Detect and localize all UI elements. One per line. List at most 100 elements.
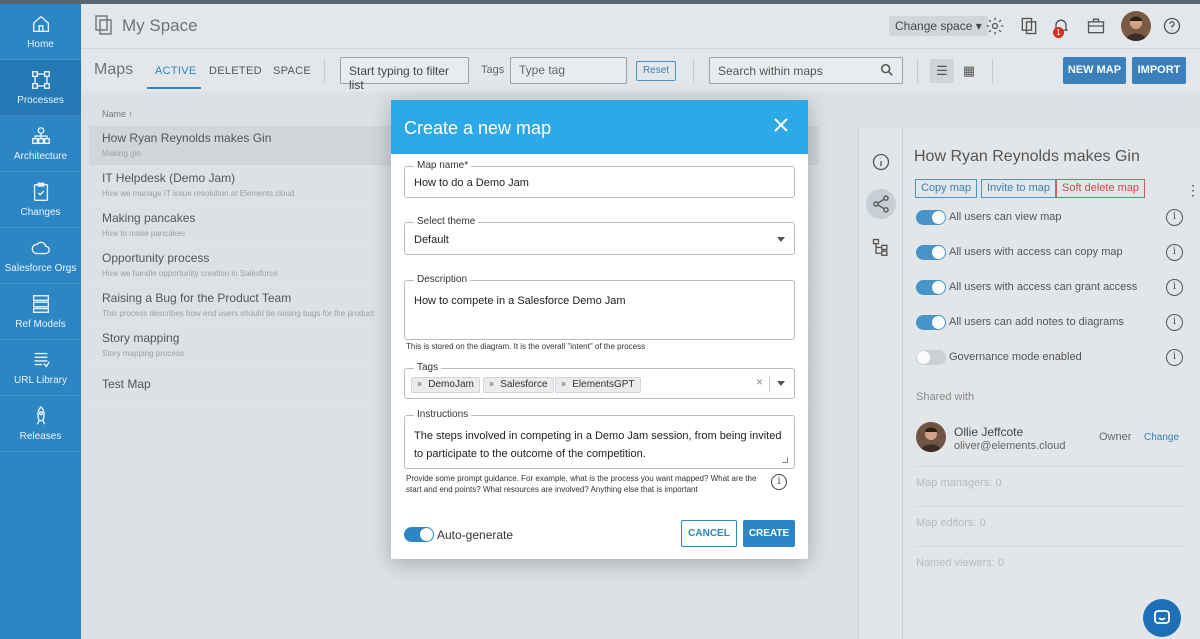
tag-label: Salesforce xyxy=(500,379,548,390)
info-icon[interactable]: i xyxy=(1166,314,1183,331)
instructions-line-1: The steps involved in competing in a Dem… xyxy=(414,430,782,442)
avatar[interactable] xyxy=(1121,11,1151,41)
page-title: My Space xyxy=(122,16,198,35)
search-icon xyxy=(880,63,893,76)
remove-tag-icon[interactable]: × xyxy=(489,379,494,389)
permission-grant-access: All users with access can grant access i xyxy=(916,278,1186,298)
info-icon[interactable]: i xyxy=(1166,349,1183,366)
theme-select[interactable]: Select theme Default xyxy=(404,216,795,255)
permission-label: All users can add notes to diagrams xyxy=(949,316,1124,328)
tag-chip[interactable]: × ElementsGPT xyxy=(555,377,641,393)
sidebar-item-url-library[interactable]: URL Library xyxy=(0,340,81,396)
tab-deleted[interactable]: DELETED xyxy=(209,65,262,77)
new-map-button[interactable]: NEW MAP xyxy=(1063,57,1126,84)
help-button[interactable] xyxy=(1162,16,1182,36)
map-name-field[interactable]: Map name* How to do a Demo Jam xyxy=(404,160,795,198)
governance-mode-toggle[interactable] xyxy=(916,350,946,365)
tag-label: ElementsGPT xyxy=(572,379,635,390)
list-icon: ☰ xyxy=(936,63,948,78)
info-tab[interactable] xyxy=(866,147,896,177)
info-icon[interactable]: i xyxy=(1166,209,1183,226)
architecture-icon xyxy=(31,127,50,145)
tags-field[interactable]: Tags × DemoJam × Salesforce × ElementsGPT × xyxy=(404,362,795,399)
add-notes-toggle[interactable] xyxy=(916,315,946,330)
sidebar-item-releases[interactable]: Releases xyxy=(0,396,81,452)
clear-tags-icon[interactable]: × xyxy=(756,375,763,389)
field-label: Instructions xyxy=(414,409,472,420)
sidebar-item-home[interactable]: Home xyxy=(0,4,81,60)
more-options-icon[interactable]: ⋮ xyxy=(1186,182,1200,199)
tag-chip[interactable]: × Salesforce xyxy=(483,377,554,393)
list-view-button[interactable]: ☰ xyxy=(930,59,954,83)
copy-map-toggle[interactable] xyxy=(916,245,946,260)
grant-access-toggle[interactable] xyxy=(916,280,946,295)
change-owner-link[interactable]: Change xyxy=(1144,432,1179,443)
chat-button[interactable] xyxy=(1143,599,1181,637)
auto-generate-label: Auto-generate xyxy=(437,528,514,542)
chevron-down-icon xyxy=(777,237,785,242)
hierarchy-tab[interactable] xyxy=(866,232,896,262)
instructions-line-2: to participate to the outcome of the com… xyxy=(414,448,646,460)
remove-tag-icon[interactable]: × xyxy=(417,379,422,389)
tab-space[interactable]: SPACE xyxy=(273,65,311,77)
field-label: Select theme xyxy=(414,216,479,227)
chevron-down-icon[interactable] xyxy=(777,381,785,386)
grid-view-button[interactable]: ▦ xyxy=(957,59,981,83)
permission-governance-mode: Governance mode enabled i xyxy=(916,348,1186,368)
info-icon[interactable]: i xyxy=(1166,244,1183,261)
owner-role: Owner xyxy=(1099,431,1132,443)
description-field[interactable]: Description How to compete in a Salesfor… xyxy=(404,274,795,340)
share-tab[interactable] xyxy=(866,189,896,219)
tab-active[interactable]: ACTIVE xyxy=(155,65,197,77)
copy-button[interactable] xyxy=(1019,16,1039,36)
panel-icon-rail xyxy=(859,128,903,639)
tags-filter-label: Tags xyxy=(481,64,505,76)
permission-label: All users with access can grant access xyxy=(949,281,1138,293)
close-button[interactable] xyxy=(772,116,790,134)
dialog-header: Create a new map xyxy=(391,100,808,154)
briefcase-button[interactable] xyxy=(1086,16,1106,36)
map-editors-section[interactable]: Map editors: 0 xyxy=(916,506,1186,546)
search-maps-input[interactable]: Search within maps xyxy=(709,57,903,84)
tag-filter-input[interactable]: Type tag xyxy=(510,57,627,84)
remove-tag-icon[interactable]: × xyxy=(561,379,566,389)
divider xyxy=(769,376,770,392)
info-icon[interactable]: i xyxy=(771,474,787,490)
sidebar-item-processes[interactable]: Processes xyxy=(0,60,81,116)
sidebar-item-label: URL Library xyxy=(14,375,67,386)
permission-label: All users can view map xyxy=(949,211,1062,223)
tag-label: DemoJam xyxy=(428,379,474,390)
cancel-button[interactable]: CANCEL xyxy=(681,520,737,547)
map-managers-section[interactable]: Map managers: 0 xyxy=(916,466,1186,506)
named-viewers-section[interactable]: Named viewers: 0 xyxy=(916,546,1186,586)
grid-icon: ▦ xyxy=(962,63,976,78)
tag-chip[interactable]: × DemoJam xyxy=(411,377,480,393)
change-space-dropdown[interactable]: Change space ▾ xyxy=(889,16,988,36)
filter-input[interactable]: Start typing to filter list xyxy=(340,57,469,92)
shared-with-label: Shared with xyxy=(916,391,975,403)
maps-toolbar: Maps ACTIVE DELETED SPACE Start typing t… xyxy=(81,48,1200,92)
sidebar-item-salesforce-orgs[interactable]: Salesforce Orgs xyxy=(0,228,81,284)
create-button[interactable]: CREATE xyxy=(743,520,795,547)
view-map-toggle[interactable] xyxy=(916,210,946,225)
instructions-field[interactable]: Instructions The steps involved in compe… xyxy=(404,409,795,469)
resize-handle[interactable] xyxy=(782,457,788,463)
owner-email: oliver@elements.cloud xyxy=(954,440,1066,452)
divider xyxy=(917,59,918,83)
soft-delete-map-button[interactable]: Soft delete map xyxy=(1056,179,1146,198)
auto-generate-toggle[interactable] xyxy=(404,527,434,542)
copy-map-button[interactable]: Copy map xyxy=(915,179,978,198)
import-button[interactable]: IMPORT xyxy=(1132,57,1186,84)
description-value: How to compete in a Salesforce Demo Jam xyxy=(414,295,626,307)
invite-to-map-button[interactable]: Invite to map xyxy=(981,179,1056,198)
owner-name: Ollie Jeffcote xyxy=(954,425,1024,439)
sidebar-item-changes[interactable]: Changes xyxy=(0,172,81,228)
reset-button[interactable]: Reset xyxy=(636,61,676,81)
info-icon[interactable]: i xyxy=(1166,279,1183,296)
field-label: Description xyxy=(414,274,471,285)
clipboard-icon xyxy=(33,182,48,201)
settings-button[interactable] xyxy=(985,16,1005,36)
sidebar-item-architecture[interactable]: Architecture xyxy=(0,116,81,172)
sidebar-item-ref-models[interactable]: Ref Models xyxy=(0,284,81,340)
divider xyxy=(324,59,325,83)
